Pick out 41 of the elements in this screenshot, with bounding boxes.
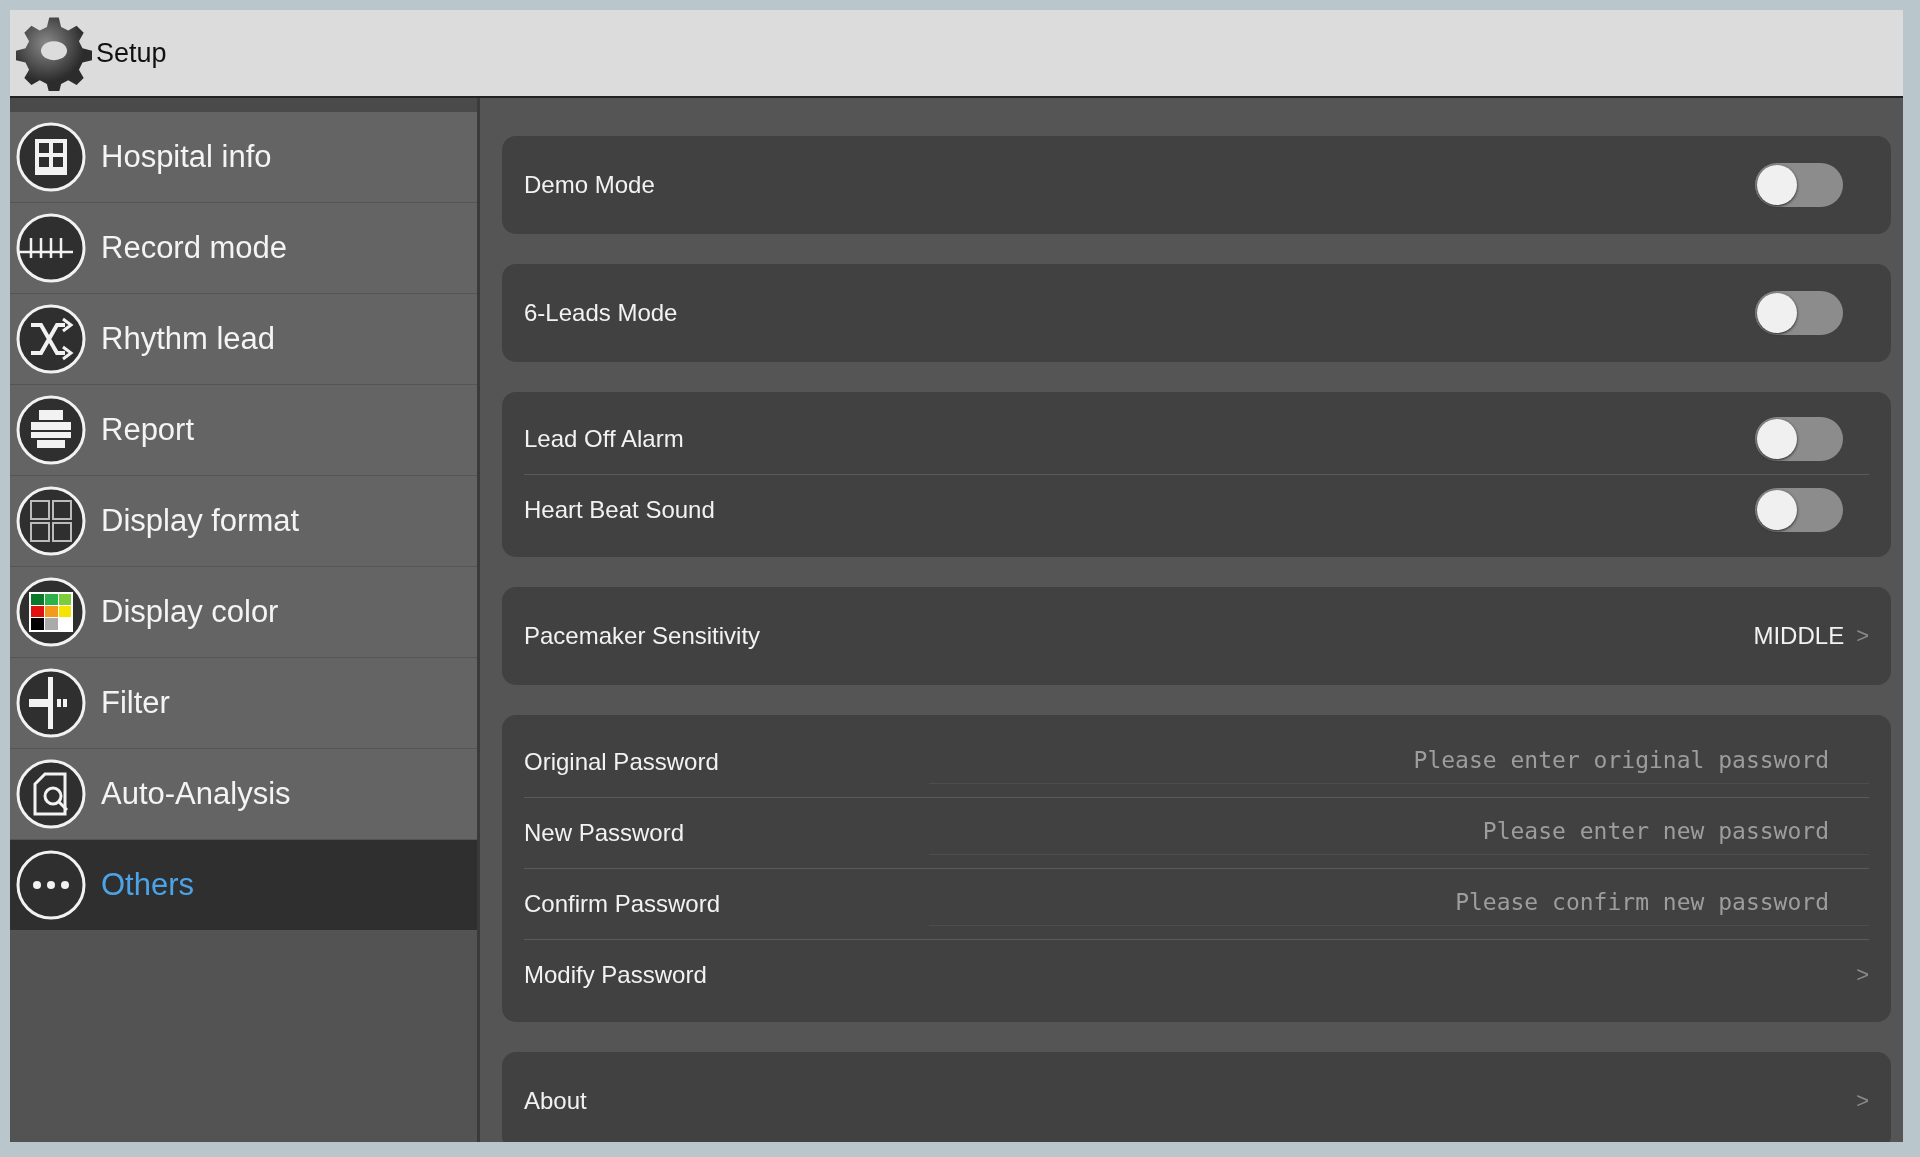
setting-label: Original Password bbox=[524, 748, 719, 776]
setting-label: About bbox=[524, 1087, 587, 1115]
printer-icon bbox=[15, 394, 87, 466]
sidebar-item[interactable]: Rhythm lead bbox=[10, 294, 477, 385]
chevron-icon: > bbox=[1856, 1088, 1869, 1114]
sidebar-item[interactable]: Record mode bbox=[10, 203, 477, 294]
sidebar-item[interactable]: Filter bbox=[10, 658, 477, 749]
sidebar-item[interactable]: Others bbox=[10, 840, 477, 931]
shuffle-icon bbox=[15, 303, 87, 375]
gear-icon bbox=[16, 15, 92, 91]
setting-label: Lead Off Alarm bbox=[524, 425, 684, 453]
filter-icon bbox=[15, 667, 87, 739]
password-field[interactable]: Please confirm new password bbox=[929, 882, 1869, 926]
document-search-icon bbox=[15, 758, 87, 830]
heartbeat-icon bbox=[15, 212, 87, 284]
grid-icon bbox=[15, 485, 87, 557]
chevron-icon: > bbox=[1856, 962, 1869, 988]
sidebar-item[interactable]: Report bbox=[10, 385, 477, 476]
window-title: Setup bbox=[96, 37, 167, 69]
sidebar-item[interactable]: Auto-Analysis bbox=[10, 749, 477, 840]
setting-label: Demo Mode bbox=[524, 171, 655, 199]
setting-label: New Password bbox=[524, 819, 685, 847]
setting-label: Modify Password bbox=[524, 961, 707, 989]
chevron-icon: > bbox=[1856, 623, 1869, 649]
toggle-switch[interactable] bbox=[1755, 291, 1843, 335]
password-field[interactable]: Please enter new password bbox=[929, 811, 1869, 855]
setting-value[interactable]: MIDDLE bbox=[1753, 622, 1845, 650]
sidebar-item[interactable]: Display format bbox=[10, 476, 477, 567]
toggle-switch[interactable] bbox=[1755, 488, 1843, 532]
more-icon bbox=[15, 849, 87, 921]
setting-label: 6-Leads Mode bbox=[524, 299, 678, 327]
sidebar-item[interactable]: Display color bbox=[10, 567, 477, 658]
setting-label: Heart Beat Sound bbox=[524, 496, 715, 524]
setting-label: Confirm Password bbox=[524, 890, 721, 918]
setting-label: Pacemaker Sensitivity bbox=[524, 622, 761, 650]
toggle-switch[interactable] bbox=[1755, 163, 1843, 207]
sidebar-item[interactable]: Hospital info bbox=[10, 112, 477, 203]
toggle-switch[interactable] bbox=[1755, 417, 1843, 461]
building-icon bbox=[15, 121, 87, 193]
password-field[interactable]: Please enter original password bbox=[929, 740, 1869, 784]
color-palette-icon bbox=[15, 576, 87, 648]
